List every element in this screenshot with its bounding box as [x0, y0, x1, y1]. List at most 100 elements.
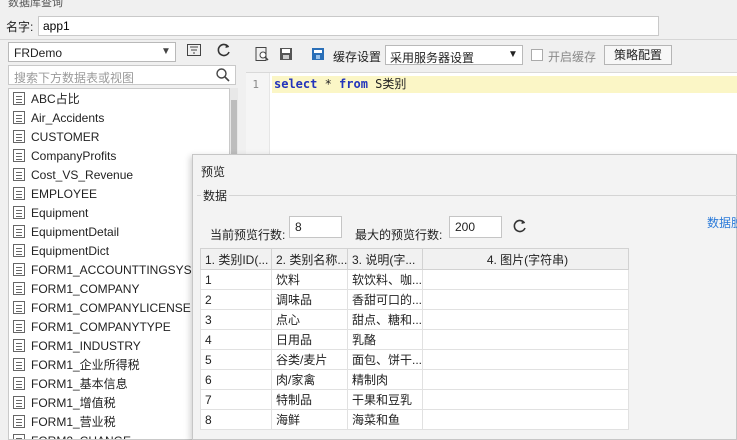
- cache-mode-value: 采用服务器设置: [390, 51, 475, 65]
- table-row[interactable]: 5 谷类/麦片 面包、饼干...: [200, 349, 629, 370]
- table-cell[interactable]: [422, 329, 629, 350]
- table-cell[interactable]: [422, 349, 629, 370]
- group-label: 数据: [201, 187, 230, 204]
- table-icon: [13, 225, 25, 238]
- table-row[interactable]: 4 日用品 乳酪: [200, 329, 629, 350]
- table-name: FORM1_企业所得税: [31, 358, 140, 372]
- save-icon[interactable]: [277, 46, 295, 64]
- table-cell[interactable]: 饮料: [271, 269, 348, 290]
- window-title: 数据库查询: [8, 0, 63, 9]
- window-title-strip: 数据库查询: [0, 0, 737, 12]
- column-header[interactable]: 1. 类别ID(...: [200, 248, 272, 270]
- table-cell[interactable]: 3: [200, 309, 272, 330]
- table-cell[interactable]: 6: [200, 369, 272, 390]
- table-cell[interactable]: [422, 289, 629, 310]
- table-cell[interactable]: 4: [200, 329, 272, 350]
- table-cell[interactable]: 5: [200, 349, 272, 370]
- table-cell[interactable]: 海菜和鱼: [347, 409, 423, 430]
- table-cell[interactable]: 香甜可口的...: [347, 289, 423, 310]
- table-icon: [13, 377, 25, 390]
- table-list-item[interactable]: ABC占比: [9, 89, 229, 108]
- table-name: FORM1_COMPANY: [31, 281, 140, 296]
- table-cell[interactable]: 1: [200, 269, 272, 290]
- table-cell[interactable]: 精制肉: [347, 369, 423, 390]
- table-icon: [13, 415, 25, 428]
- table-cell[interactable]: 干果和豆乳: [347, 389, 423, 410]
- table-cell[interactable]: [422, 309, 629, 330]
- table-cell[interactable]: 8: [200, 409, 272, 430]
- table-list-item[interactable]: CUSTOMER: [9, 127, 229, 146]
- table-name: FORM1_ACCOUNTTINGSYS: [31, 262, 192, 277]
- sql-keyword-from: from: [339, 77, 368, 91]
- scrollbar-thumb[interactable]: [231, 100, 237, 160]
- column-header[interactable]: 2. 类别名称...: [271, 248, 348, 270]
- name-input[interactable]: [38, 16, 659, 36]
- sql-operator: *: [317, 77, 340, 91]
- table-row[interactable]: 8 海鲜 海菜和鱼: [200, 409, 629, 430]
- line-number: 1: [252, 78, 259, 91]
- search-icon[interactable]: [215, 67, 231, 86]
- table-cell[interactable]: 2: [200, 289, 272, 310]
- table-icon: [13, 206, 25, 219]
- filter-icon[interactable]: [183, 42, 205, 62]
- table-list-item[interactable]: Air_Accidents: [9, 108, 229, 127]
- policy-config-button[interactable]: 策略配置: [604, 45, 672, 65]
- table-cell[interactable]: [422, 389, 629, 410]
- table-cell[interactable]: 面包、饼干...: [347, 349, 423, 370]
- table-cell[interactable]: [422, 269, 629, 290]
- cache-mode-select[interactable]: 采用服务器设置 ▼: [385, 45, 523, 65]
- table-icon: [13, 301, 25, 314]
- table-name: FORM2_CHANGE: [31, 434, 131, 440]
- table-row[interactable]: 7 特制品 干果和豆乳: [200, 389, 629, 410]
- table-header-row: 1. 类别ID(... 2. 类别名称... 3. 说明(字... 4. 图片(…: [200, 248, 629, 270]
- table-cell[interactable]: 乳酪: [347, 329, 423, 350]
- enable-cache-checkbox[interactable]: [531, 49, 543, 61]
- table-cell[interactable]: 特制品: [271, 389, 348, 410]
- enable-cache-label: 开启缓存: [548, 50, 597, 64]
- table-icon: [13, 130, 25, 143]
- chevron-down-icon: ▼: [508, 49, 518, 60]
- max-rows-input[interactable]: 200: [449, 216, 502, 238]
- refresh-icon[interactable]: [213, 42, 235, 62]
- table-row[interactable]: 3 点心 甜点、糖和...: [200, 309, 629, 330]
- name-label: 名字:: [6, 20, 34, 34]
- table-cell[interactable]: 调味品: [271, 289, 348, 310]
- table-name: EquipmentDict: [31, 243, 110, 258]
- table-icon: [13, 358, 25, 371]
- dialog-title: 预览: [201, 165, 226, 179]
- sql-code-line[interactable]: select * from S类别: [272, 76, 737, 93]
- table-name: FORM1_增值税: [31, 396, 116, 410]
- table-icon: [13, 187, 25, 200]
- table-name: EquipmentDetail: [31, 224, 120, 239]
- table-cell[interactable]: 海鲜: [271, 409, 348, 430]
- table-icon: [13, 263, 25, 276]
- sql-keyword-select: select: [274, 77, 318, 91]
- table-cell[interactable]: [422, 409, 629, 430]
- table-icon: [13, 244, 25, 257]
- table-row[interactable]: 6 肉/家禽 精制肉: [200, 369, 629, 390]
- table-cell[interactable]: 甜点、糖和...: [347, 309, 423, 330]
- table-row[interactable]: 2 调味品 香甜可口的...: [200, 289, 629, 310]
- table-cell[interactable]: 肉/家禽: [271, 369, 348, 390]
- table-cell[interactable]: 软饮料、咖...: [347, 269, 423, 290]
- sql-table-name: S类别: [367, 77, 407, 91]
- table-name: FORM1_COMPANYTYPE: [31, 319, 171, 334]
- table-cell[interactable]: 谷类/麦片: [271, 349, 348, 370]
- datasource-select[interactable]: FRDemo ▼: [8, 42, 176, 62]
- preview-icon[interactable]: [253, 46, 271, 64]
- table-cell[interactable]: 点心: [271, 309, 348, 330]
- table-row[interactable]: 1 饮料 软饮料、咖...: [200, 269, 629, 290]
- data-masking-link[interactable]: 数据脱敏: [707, 214, 737, 231]
- column-header[interactable]: 4. 图片(字符串): [422, 248, 629, 270]
- table-cell[interactable]: [422, 369, 629, 390]
- table-icon: [13, 282, 25, 295]
- refresh-preview-icon[interactable]: [511, 218, 529, 236]
- column-header[interactable]: 3. 说明(字...: [347, 248, 423, 270]
- table-search-input[interactable]: 搜索下方数据表或视图: [8, 65, 236, 85]
- table-cell[interactable]: 日用品: [271, 329, 348, 350]
- table-icon: [13, 149, 25, 162]
- cache-icon[interactable]: [309, 46, 327, 64]
- table-cell[interactable]: 7: [200, 389, 272, 410]
- current-rows-input[interactable]: 8: [289, 216, 342, 238]
- table-icon: [13, 434, 25, 439]
